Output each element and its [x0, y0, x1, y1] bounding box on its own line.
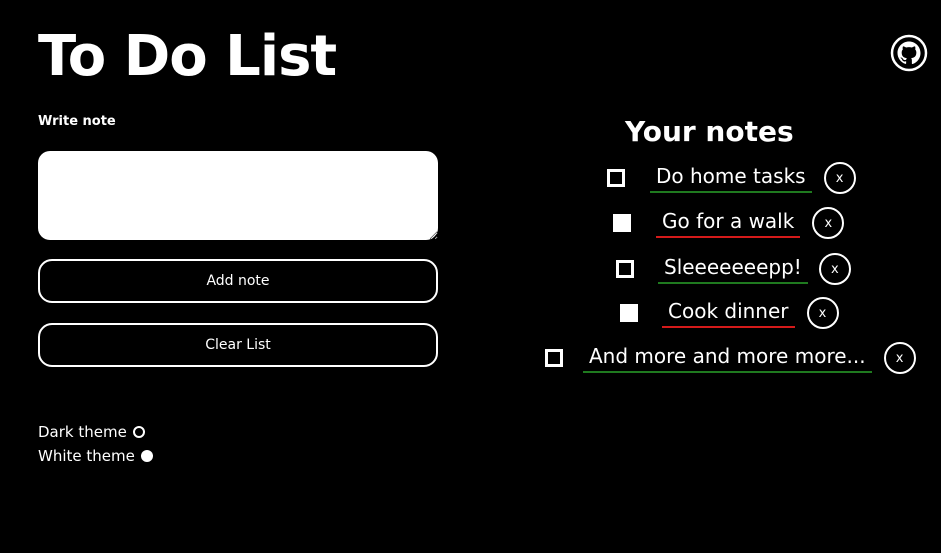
dark-theme-label: Dark theme — [38, 423, 127, 441]
github-icon-graphic — [890, 34, 928, 72]
dark-theme-radio[interactable] — [132, 426, 145, 438]
note-text: Do home tasks — [650, 163, 812, 193]
notes-heading: Your notes — [625, 115, 794, 148]
white-theme-radio[interactable] — [140, 450, 153, 462]
note-checkbox[interactable] — [613, 214, 631, 232]
note-item: Go for a walk x — [613, 205, 845, 241]
note-text: And more and more more... — [583, 343, 872, 373]
app-page: To Do List Write note Add note Clear Lis… — [0, 0, 941, 553]
note-item: And more and more more... x — [545, 340, 916, 376]
dark-theme-option[interactable]: Dark theme — [38, 422, 145, 442]
note-text: Go for a walk — [656, 208, 801, 238]
note-item: Sleeeeeeepp! x — [616, 251, 851, 287]
note-checkbox[interactable] — [545, 349, 563, 367]
page-title: To Do List — [38, 24, 337, 89]
clear-list-button[interactable]: Clear List — [38, 323, 438, 367]
note-text: Sleeeeeeepp! — [658, 254, 808, 284]
note-item: Cook dinner x — [620, 295, 839, 331]
white-theme-label: White theme — [38, 447, 135, 465]
write-note-label: Write note — [38, 114, 116, 129]
add-note-button[interactable]: Add note — [38, 259, 438, 303]
note-input[interactable] — [38, 151, 438, 240]
note-checkbox[interactable] — [620, 304, 638, 322]
delete-note-button[interactable]: x — [883, 342, 916, 374]
github-icon[interactable] — [890, 34, 928, 72]
delete-note-button[interactable]: x — [812, 207, 845, 239]
white-theme-option[interactable]: White theme — [38, 446, 153, 466]
delete-note-button[interactable]: x — [818, 253, 851, 285]
note-item: Do home tasks x — [607, 160, 856, 196]
note-checkbox[interactable] — [616, 260, 634, 278]
note-text: Cook dinner — [662, 298, 795, 328]
delete-note-button[interactable]: x — [806, 297, 839, 329]
delete-note-button[interactable]: x — [823, 162, 856, 194]
note-checkbox[interactable] — [607, 169, 625, 187]
